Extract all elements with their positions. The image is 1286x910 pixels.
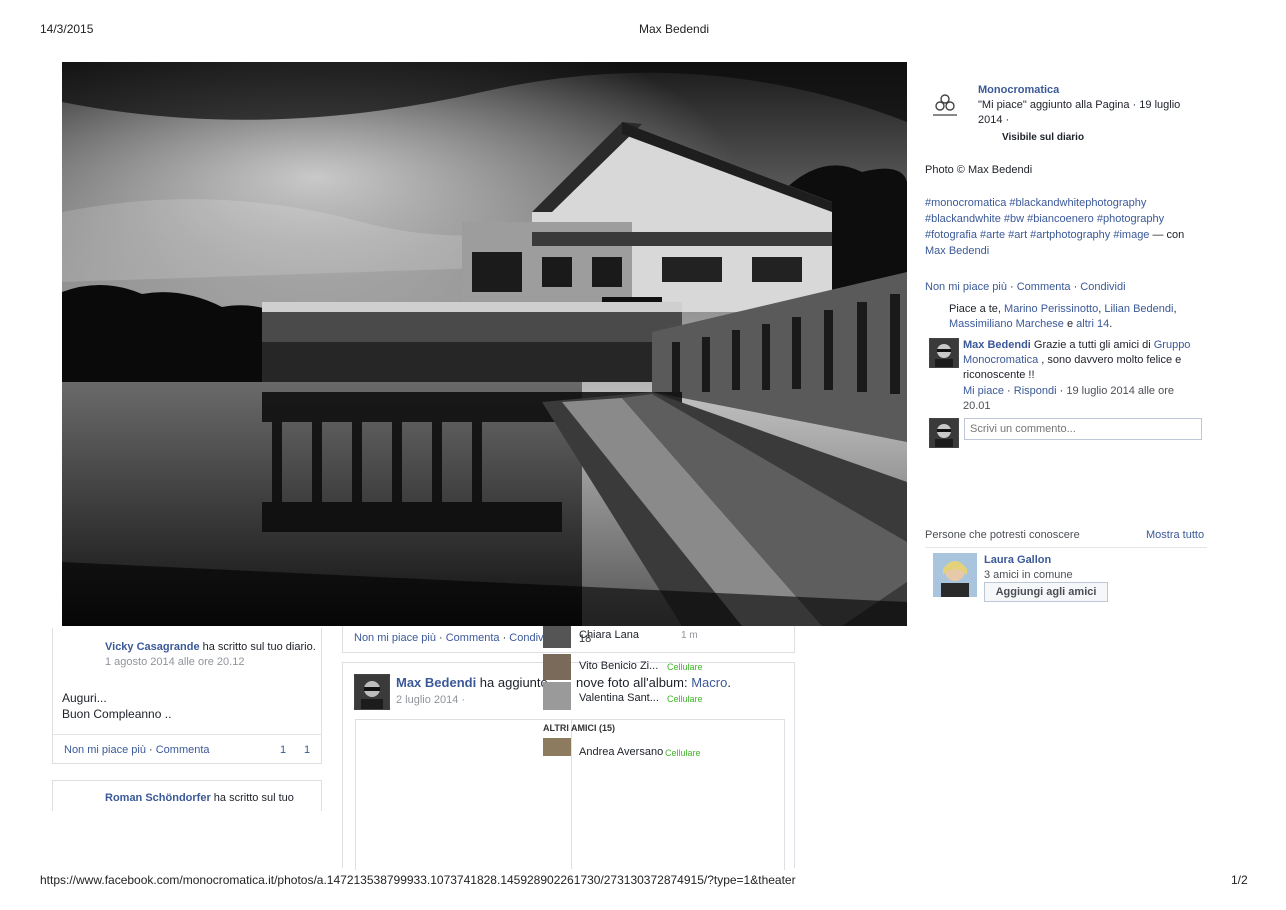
avatar bbox=[543, 654, 571, 680]
photo-caption: Photo © Max Bedendi bbox=[925, 164, 1033, 176]
hashtags-line3[interactable]: #fotografia #arte #art #artphotography #… bbox=[925, 229, 1149, 241]
post-timestamp[interactable]: 1 agosto 2014 alle ore 20.12 bbox=[105, 656, 244, 668]
avatar bbox=[929, 418, 959, 448]
reply-link[interactable]: Rispondi bbox=[1014, 385, 1057, 397]
comment-link[interactable]: Commenta bbox=[446, 632, 500, 644]
chat-friend-status: 1 m bbox=[681, 630, 698, 641]
hashtags: #monocromatica #blackandwhitephotography… bbox=[925, 195, 1210, 259]
timeline-post-vicky: Vicky Casagrande ha scritto sul tuo diar… bbox=[52, 628, 322, 764]
divider bbox=[925, 547, 1207, 548]
avatar bbox=[543, 682, 571, 710]
divider bbox=[53, 734, 321, 735]
likes-count[interactable]: 1 bbox=[280, 744, 286, 756]
avatar[interactable] bbox=[354, 674, 390, 710]
post-text-line2: Buon Compleanno .. bbox=[62, 707, 172, 721]
avatar[interactable] bbox=[933, 553, 977, 597]
post-text-line1: Auguri... bbox=[62, 691, 107, 705]
comment-link[interactable]: Commenta bbox=[156, 744, 210, 756]
comment-like-link[interactable]: Mi piace bbox=[963, 385, 1004, 397]
comment-input[interactable] bbox=[964, 418, 1202, 440]
chat-friend-name: Chiara Lana bbox=[579, 629, 639, 641]
liker-link[interactable]: Lilian Bedendi bbox=[1104, 303, 1173, 315]
unlike-link[interactable]: Non mi piace più bbox=[354, 632, 436, 644]
monocromatica-logo-icon bbox=[933, 94, 957, 116]
chat-friend-name: Vito Benicio Zi... bbox=[579, 660, 659, 672]
suggested-person-name[interactable]: Laura Gallon bbox=[984, 553, 1051, 568]
comments-count[interactable]: 1 bbox=[304, 744, 310, 756]
avatar bbox=[60, 640, 100, 680]
comment-link[interactable]: Commenta bbox=[1017, 281, 1071, 293]
chat-friend-status: Cellulare bbox=[667, 662, 703, 672]
print-page-number: 1/2 bbox=[1231, 873, 1248, 887]
chat-sidebar: 18 Chiara Lana 1 m Vito Benicio Zi... Ce… bbox=[543, 626, 723, 766]
hashtags-line2[interactable]: #blackandwhite #bw #biancoenero #photogr… bbox=[925, 211, 1210, 227]
share-link[interactable]: Condivi bbox=[509, 632, 546, 644]
liked-page-line: "Mi piace" aggiunto alla Pagina · 19 lug… bbox=[978, 99, 1181, 111]
avatar[interactable] bbox=[929, 338, 959, 368]
share-link[interactable]: Condividi bbox=[1080, 281, 1125, 293]
visibility-label[interactable]: Visibile sul diario bbox=[1002, 130, 1084, 145]
likes-summary: Piace a te, Marino Perissinotto, Lilian … bbox=[949, 303, 1177, 330]
timeline-post-roman: Roman Schöndorfer ha scritto sul tuo bbox=[52, 780, 322, 811]
see-all-link[interactable]: Mostra tutto bbox=[1146, 528, 1204, 543]
liker-link[interactable]: Marino Perissinotto bbox=[1004, 303, 1098, 315]
chat-section-header: ALTRI AMICI (15) bbox=[543, 723, 615, 733]
comment: Max Bedendi Grazie a tutti gli amici di … bbox=[963, 339, 1191, 412]
page-name-link[interactable]: Monocromatica bbox=[978, 84, 1059, 96]
pymk-title: Persone che potresti conoscere bbox=[925, 529, 1080, 541]
liked-page-line2: 2014 · bbox=[978, 114, 1010, 126]
avatar bbox=[543, 738, 571, 756]
add-friend-button[interactable]: Aggiungi agli amici bbox=[984, 582, 1108, 602]
post-author-link[interactable]: Vicky Casagrande bbox=[105, 641, 200, 653]
post-action-text: ha aggiunto bbox=[476, 675, 548, 690]
photo-actions: Non mi piace più · Commenta · Condividi bbox=[925, 281, 1126, 293]
unlike-link[interactable]: Non mi piace più bbox=[64, 744, 146, 756]
photo-image bbox=[62, 62, 907, 626]
mutual-friends[interactable]: 3 amici in comune bbox=[984, 568, 1073, 583]
unlike-link[interactable]: Non mi piace più bbox=[925, 281, 1007, 293]
print-url: https://www.facebook.com/monocromatica.i… bbox=[40, 873, 796, 887]
tagged-user-link[interactable]: Max Bedendi bbox=[925, 243, 1210, 259]
chat-friend-name: Valentina Sant... bbox=[579, 692, 659, 704]
theater-photo[interactable] bbox=[62, 62, 907, 626]
chat-friend-status: Cellulare bbox=[667, 694, 703, 704]
post-author-link[interactable]: Roman Schöndorfer bbox=[105, 792, 211, 804]
avatar bbox=[543, 626, 571, 648]
post-author-link[interactable]: Max Bedendi bbox=[396, 675, 476, 690]
print-title: Max Bedendi bbox=[639, 22, 710, 36]
liker-link[interactable]: Massimiliano Marchese bbox=[949, 318, 1064, 330]
post-timestamp[interactable]: 2 luglio 2014 · bbox=[396, 694, 465, 706]
post-action-text: ha scritto sul tuo bbox=[210, 792, 294, 804]
comment-author-link[interactable]: Max Bedendi bbox=[963, 339, 1031, 351]
print-date: 14/3/2015 bbox=[40, 22, 94, 36]
other-likers-link[interactable]: altri 14 bbox=[1076, 318, 1109, 330]
hashtags-line1[interactable]: #monocromatica #blackandwhitephotography bbox=[925, 195, 1210, 211]
post-action-text: ha scritto sul tuo diario. bbox=[199, 641, 316, 653]
page-thumbnail[interactable] bbox=[925, 86, 965, 126]
chat-friend-status: Cellulare bbox=[665, 748, 701, 758]
chat-friend-name: Andrea Aversano bbox=[579, 746, 664, 758]
